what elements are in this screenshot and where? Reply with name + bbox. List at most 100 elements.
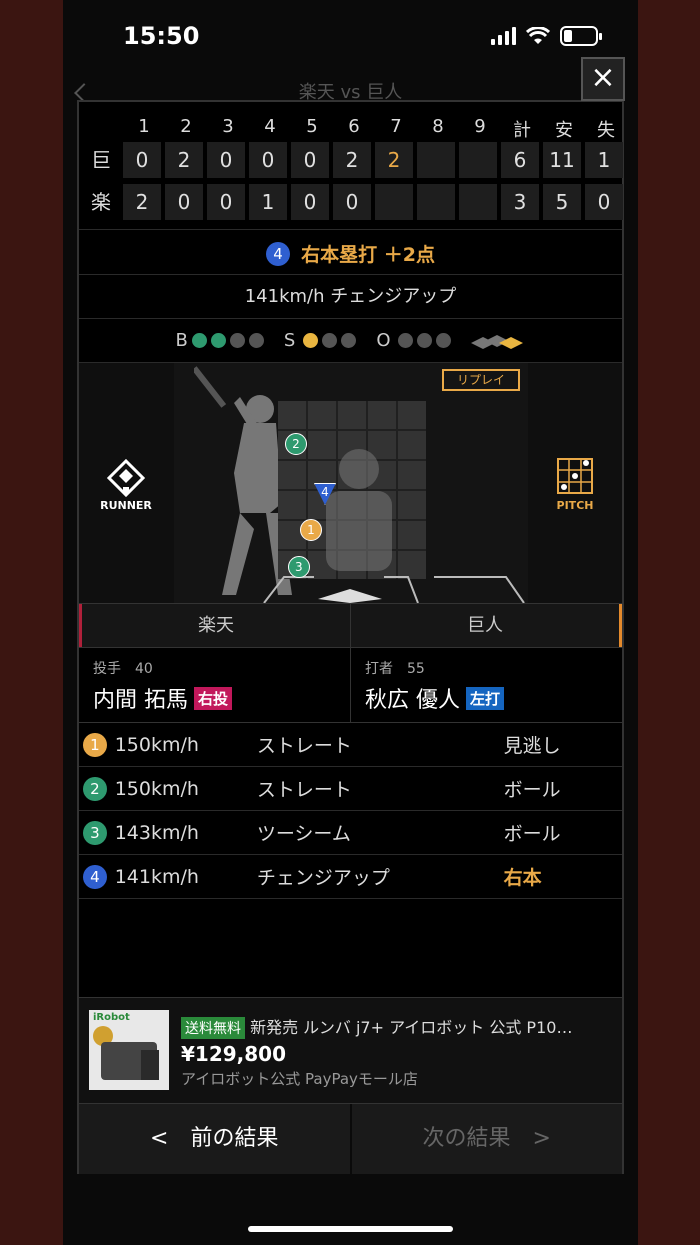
home-plate-lines: [263, 576, 525, 603]
pitch-speed: 150km/h: [114, 733, 199, 756]
pitcher-info[interactable]: 投手 40 内間 拓馬 右投: [79, 648, 350, 722]
team-abbrev: 巨: [91, 148, 111, 172]
previous-result-button[interactable]: < 前の結果: [79, 1104, 350, 1174]
dock-image: [141, 1050, 159, 1080]
phone-screen: 15:50 楽天 vs 巨人 123456789計安失 巨 0 2 0 0 0 2 2 6 11…: [63, 0, 638, 1245]
pitch-panel[interactable]: PITCH: [528, 363, 622, 603]
batter-info[interactable]: 打者 55 秋広 優人 左打: [350, 648, 622, 722]
replay-button[interactable]: リプレイ: [442, 369, 520, 391]
inning-header: 9: [474, 116, 486, 137]
pitch-marker-1[interactable]: 1: [300, 519, 322, 541]
score-cell: [459, 142, 497, 178]
scoreboard: 123456789計安失 巨 0 2 0 0 0 2 2 6 11 1 楽 200100350: [79, 102, 623, 230]
team-abbrev: 楽: [91, 190, 111, 214]
score-cell: 1: [249, 184, 287, 220]
pitch-number-badge: 4: [266, 241, 291, 266]
pitch-type: ツーシーム: [256, 823, 351, 845]
inning-header: 7: [390, 116, 402, 137]
ad-title: 送料無料 新発売 ルンバ j7+ アイロボット 公式 P10…: [181, 1014, 621, 1039]
score-cell: 2: [123, 184, 161, 220]
inning-header: 1: [138, 116, 150, 137]
scoreboard-row-away: 巨 0 2 0 0 0 2 2 6 11 1: [79, 142, 627, 178]
pitcher-name: 内間 拓馬: [93, 688, 188, 713]
strike-dot: [303, 333, 319, 348]
pitch-speed: 150km/h: [114, 777, 199, 800]
pitch-row[interactable]: 2 150km/h ストレート ボール: [79, 767, 622, 811]
pitch-result: ボール: [503, 823, 561, 845]
pitch-label: PITCH: [556, 499, 594, 512]
ad-title-text: 新発売 ルンバ j7+ アイロボット 公式 P10…: [250, 1018, 573, 1037]
pitch-number-badge: 3: [83, 820, 107, 845]
game-result-modal: 123456789計安失 巨 0 2 0 0 0 2 2 6 11 1 楽 200100350 4…: [77, 100, 624, 1174]
score-cell: 0: [165, 184, 203, 220]
close-button[interactable]: ×: [581, 57, 625, 101]
batter-name: 秋広 優人: [365, 688, 460, 713]
out-dot: [417, 333, 433, 348]
score-cell: [417, 142, 455, 178]
ad-product-image: iRobot: [89, 1010, 169, 1090]
inning-header: 3: [222, 116, 234, 137]
score-cell: [375, 184, 413, 220]
strikes-label: S: [283, 330, 296, 351]
score-cell: 3: [501, 184, 539, 220]
pitch-list: 1 150km/h ストレート 見逃し 2 150km/h ストレート ボール 3 143km/h…: [79, 723, 622, 899]
score-cell: 0: [291, 142, 329, 178]
home-indicator[interactable]: [248, 1226, 453, 1232]
battery-icon: [560, 26, 602, 46]
inning-header: 失: [597, 120, 615, 141]
cellular-signal-icon: [491, 27, 516, 45]
score-cell: 0: [249, 142, 287, 178]
right-side-background: [638, 0, 700, 1245]
pitch-marker-2[interactable]: 2: [285, 433, 307, 455]
matchup: 投手 40 内間 拓馬 右投 打者 55 秋広 優人 左打: [79, 648, 622, 723]
pitcher-role: 投手 40: [93, 661, 153, 677]
batter-hand-badge: 左打: [466, 687, 505, 710]
pitch-row[interactable]: 1 150km/h ストレート 見逃し: [79, 723, 622, 767]
runner-diamond-icon: [107, 459, 145, 497]
ball-strike-out-count: B S O: [79, 319, 622, 363]
ad-free-shipping-tag: 送料無料: [181, 1017, 245, 1039]
pitch-type: ストレート: [256, 735, 352, 757]
score-cell: 11: [543, 142, 581, 178]
inning-header: 計: [513, 120, 531, 141]
score-cell: 0: [207, 184, 245, 220]
inning-header: 5: [306, 116, 318, 137]
inning-header: 8: [432, 116, 444, 137]
ad-banner[interactable]: iRobot 送料無料 新発売 ルンバ j7+ アイロボット 公式 P10… ¥…: [79, 997, 622, 1103]
pitcher-hand-badge: 右投: [194, 687, 233, 710]
play-result: 4 右本塁打 ＋2点: [79, 230, 622, 275]
score-cell: 2: [165, 142, 203, 178]
out-dot: [398, 333, 414, 348]
score-cell: [417, 184, 455, 220]
next-result-button[interactable]: 次の結果 >: [349, 1104, 622, 1174]
ad-shop-name: アイロボット公式 PayPayモール店: [181, 1070, 418, 1088]
left-side-background: [0, 0, 63, 1245]
scoreboard-row-home: 楽 200100350: [79, 184, 627, 220]
score-cell: 0: [585, 184, 623, 220]
result-navigation: < 前の結果 次の結果 >: [79, 1103, 622, 1174]
wifi-icon: [526, 27, 550, 44]
pitch-speed: 141km/h: [114, 865, 199, 888]
scoreboard-header: 1 2 3 4 5 6 7 8 9 計 安 失: [123, 116, 627, 142]
strike-zone-view: リプレイ 2 4 1 3: [174, 363, 528, 603]
score-cell: 2: [333, 142, 371, 178]
tab-away-team[interactable]: 巨人: [350, 604, 622, 647]
play-result-text: 右本塁打 ＋2点: [301, 244, 435, 266]
out-dot: [436, 333, 452, 348]
runner-panel[interactable]: RUNNER: [79, 363, 174, 603]
pitch-result: 右本: [503, 867, 542, 889]
pitch-row[interactable]: 4 141km/h チェンジアップ 右本: [79, 855, 622, 899]
ball-dot: [210, 333, 226, 348]
pitch-type: チェンジアップ: [256, 867, 390, 889]
batter-role: 打者 55: [365, 661, 425, 677]
ad-brand: iRobot: [93, 1012, 130, 1023]
score-cell: [459, 184, 497, 220]
score-cell: 0: [123, 142, 161, 178]
score-cell: 0: [333, 184, 371, 220]
pitch-row[interactable]: 3 143km/h ツーシーム ボール: [79, 811, 622, 855]
tab-home-team[interactable]: 楽天: [79, 604, 350, 647]
pitch-number-badge: 4: [83, 864, 107, 889]
inning-header: 6: [348, 116, 360, 137]
ball-dot: [248, 333, 264, 348]
inning-header: 安: [555, 120, 573, 141]
